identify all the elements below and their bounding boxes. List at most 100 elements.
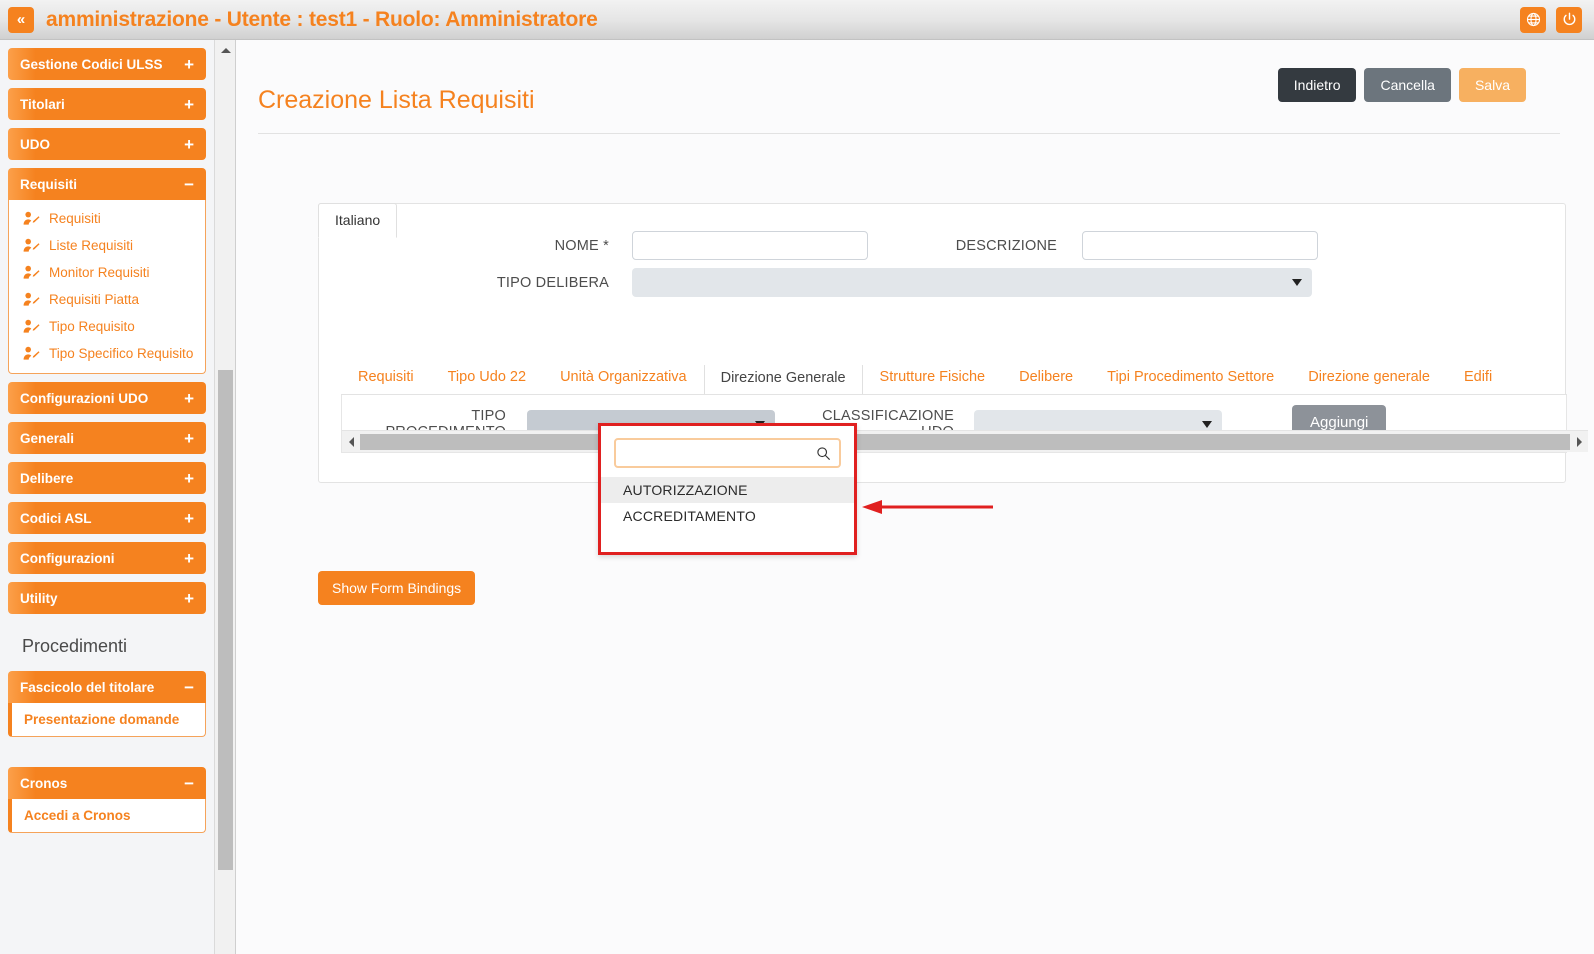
tab-direzione-generale[interactable]: Direzione Generale [703, 365, 863, 394]
cancel-button[interactable]: Cancella [1364, 68, 1451, 102]
user-edit-icon [23, 265, 40, 279]
show-form-bindings-button[interactable]: Show Form Bindings [318, 571, 476, 605]
language-tab-italiano[interactable]: Italiano [318, 203, 398, 238]
expand-icon: + [184, 134, 194, 154]
tab-panel-direzione-generale: TIPO PROCEDIMENTO CLASSIFICAZIONE UDO Ag… [341, 395, 1588, 453]
sidebar-group-label: Configurazioni UDO [20, 390, 149, 406]
tab-delibere[interactable]: Delibere [1002, 365, 1090, 394]
main-content: Creazione Lista Requisiti Indietro Cance… [236, 40, 1594, 954]
user-edit-icon [23, 346, 40, 360]
descrizione-label: DESCRIZIONE [955, 237, 1057, 254]
sidebar-group-label: Generali [20, 430, 75, 446]
sidebar-group-requisiti[interactable]: Requisiti − [8, 168, 206, 200]
sidebar-group-fascicolo-del-titolare[interactable]: Fascicolo del titolare − [8, 671, 206, 703]
tipo-delibera-select[interactable] [632, 268, 1312, 297]
sidebar-group-titolari[interactable]: Titolari + [8, 88, 206, 120]
dropdown-search-box[interactable] [614, 438, 841, 468]
dropdown-option-accreditamento[interactable]: ACCREDITAMENTO [601, 503, 854, 529]
expand-icon: + [184, 508, 194, 528]
sidebar-group-udo[interactable]: UDO + [8, 128, 206, 160]
expand-icon: + [184, 468, 194, 488]
language-globe-button[interactable] [1520, 6, 1546, 33]
dropdown-search-wrap [601, 426, 854, 477]
sidebar-item-label: Requisiti [49, 211, 101, 226]
sidebar-group-configurazioni[interactable]: Configurazioni + [8, 542, 206, 574]
collapse-icon: − [184, 773, 194, 793]
sidebar-scrollbar[interactable] [214, 40, 235, 954]
logout-power-button[interactable] [1556, 6, 1582, 33]
tab-edifici[interactable]: Edifi [1447, 365, 1509, 394]
sidebar-item-label: Tipo Requisito [49, 319, 135, 334]
tab-requisiti[interactable]: Requisiti [341, 365, 431, 394]
field-tipo-delibera: TIPO DELIBERA [467, 268, 1312, 297]
sidebar-group-utility[interactable]: Utility + [8, 582, 206, 614]
sidebar-group-label: Fascicolo del titolare [20, 679, 155, 695]
sidebar-group-label: UDO [20, 136, 50, 152]
sidebar-item-requisiti[interactable]: Requisiti [9, 205, 205, 232]
collapse-icon: − [184, 174, 194, 194]
sidebar-item-label: Tipo Specifico Requisito [49, 346, 194, 361]
page-title: Creazione Lista Requisiti [258, 86, 535, 114]
sidebar-item-monitor-requisiti[interactable]: Monitor Requisiti [9, 259, 205, 286]
user-edit-icon [23, 292, 40, 306]
sidebar-item-label: Liste Requisiti [49, 238, 134, 253]
sidebar-collapse-button[interactable]: « [8, 6, 34, 33]
expand-icon: + [184, 94, 194, 114]
sidebar-group-cronos[interactable]: Cronos − [8, 767, 206, 799]
sidebar-group-gestione-codici-ulss[interactable]: Gestione Codici ULSS + [8, 48, 206, 80]
back-button[interactable]: Indietro [1277, 68, 1357, 102]
expand-icon: + [184, 588, 194, 608]
horizontal-scrollbar[interactable] [342, 430, 1588, 452]
sidebar-group-configurazioni-udo[interactable]: Configurazioni UDO + [8, 382, 206, 414]
horizontal-scrollbar-thumb[interactable] [360, 434, 1570, 450]
tab-strutture-fisiche[interactable]: Strutture Fisiche [863, 365, 1003, 394]
sidebar-submenu-cronos: Accedi a Cronos [8, 799, 206, 833]
expand-icon: + [184, 388, 194, 408]
sidebar-item-liste-requisiti[interactable]: Liste Requisiti [9, 232, 205, 259]
dropdown-option-autorizzazione[interactable]: AUTORIZZAZIONE [601, 477, 854, 503]
sidebar-group-label: Cronos [20, 775, 68, 791]
sidebar-group-label: Gestione Codici ULSS [20, 56, 163, 72]
expand-icon: + [184, 428, 194, 448]
tab-tipo-udo-22[interactable]: Tipo Udo 22 [431, 365, 543, 394]
save-button[interactable]: Salva [1458, 68, 1526, 102]
sidebar-item-requisiti-piatta[interactable]: Requisiti Piatta [9, 286, 205, 313]
field-descrizione: DESCRIZIONE [919, 231, 1318, 260]
sidebar-group-generali[interactable]: Generali + [8, 422, 206, 454]
tab-tipi-procedimento-settore[interactable]: Tipi Procedimento Settore [1090, 365, 1291, 394]
descrizione-input[interactable] [1082, 231, 1318, 260]
app-title: amministrazione - Utente : test1 - Ruolo… [46, 7, 598, 31]
scroll-up-arrow-icon[interactable] [215, 42, 236, 58]
nome-label: NOME * [554, 237, 609, 254]
expand-icon: + [184, 54, 194, 74]
sidebar-group-codici-asl[interactable]: Codici ASL + [8, 502, 206, 534]
sidebar-group-delibere[interactable]: Delibere + [8, 462, 206, 494]
sidebar-submenu-fascicolo: Presentazione domande [8, 703, 206, 737]
collapse-icon: − [184, 677, 194, 697]
sidebar-menu: Gestione Codici ULSS + Titolari + UDO + … [0, 40, 214, 954]
form-panel: Italiano NOME * DESCRIZIONE TIPO DELIBER… [318, 203, 1588, 483]
tab-direzione-generale-2[interactable]: Direzione generale [1291, 365, 1447, 394]
sidebar-item-tipo-requisito[interactable]: Tipo Requisito [9, 313, 205, 340]
expand-icon: + [184, 548, 194, 568]
sidebar-scrollbar-thumb[interactable] [218, 370, 233, 870]
scroll-left-arrow-icon[interactable] [344, 431, 358, 452]
nome-input[interactable] [632, 231, 868, 260]
sidebar-group-label: Delibere [20, 470, 74, 486]
sidebar-group-label: Utility [20, 590, 58, 606]
topbar-actions [1520, 6, 1582, 33]
scroll-right-arrow-icon[interactable] [1572, 431, 1586, 452]
sidebar-item-accedi-a-cronos[interactable]: Accedi a Cronos [12, 799, 205, 832]
dropdown-search-input[interactable] [624, 444, 816, 462]
sidebar-group-label: Titolari [20, 96, 65, 112]
chevron-down-icon [1292, 279, 1302, 286]
sidebar-item-presentazione-domande[interactable]: Presentazione domande [12, 703, 205, 736]
tipo-procedimento-dropdown: AUTORIZZAZIONE ACCREDITAMENTO [598, 423, 857, 555]
sidebar-item-tipo-specifico-requisito[interactable]: Tipo Specifico Requisito [9, 340, 205, 367]
tab-unita-organizzativa[interactable]: Unità Organizzativa [543, 365, 704, 394]
sidebar-item-label: Monitor Requisiti [49, 265, 150, 280]
sidebar-group-label: Codici ASL [20, 510, 92, 526]
page-actions: Indietro Cancella Salva [1277, 68, 1526, 102]
user-edit-icon [23, 319, 40, 333]
